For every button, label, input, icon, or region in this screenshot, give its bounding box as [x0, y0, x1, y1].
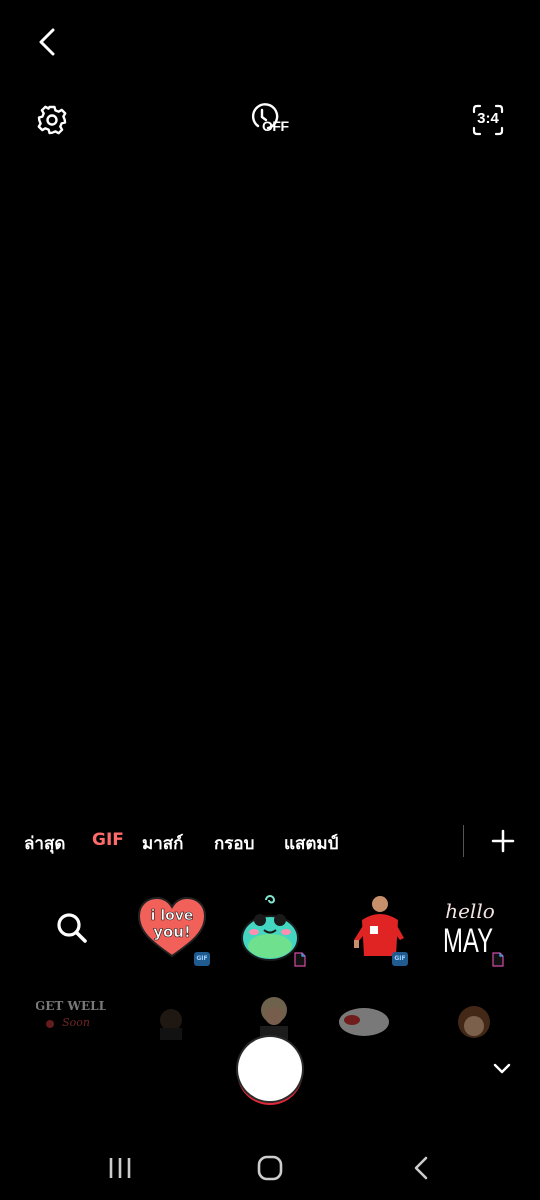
tab-masks[interactable]: มาสก์ — [142, 830, 183, 857]
sticker-row: i love you! GIF GIF hello MAY — [0, 890, 540, 970]
nav-recents-button[interactable] — [104, 1152, 136, 1184]
aspect-ratio-label: 3:4 — [477, 110, 499, 127]
sticker-get-well-soon[interactable]: GET WELL Soon — [36, 990, 106, 1040]
tab-recent[interactable]: ล่าสุด — [24, 830, 65, 857]
nav-back-button[interactable] — [406, 1152, 438, 1184]
sticker-row-secondary: GET WELL Soon — [0, 990, 540, 1040]
sticker-category-tabs: ล่าสุด GIF มาสก์ กรอบ แสตมป์ — [0, 822, 540, 862]
search-icon — [57, 913, 87, 943]
plus-icon — [491, 829, 515, 853]
sticker-hello-may[interactable]: hello MAY — [430, 890, 514, 967]
svg-text:GET WELL: GET WELL — [36, 999, 106, 1013]
aspect-ratio-button[interactable]: 3:4 — [466, 100, 510, 140]
document-badge-icon — [294, 952, 306, 967]
shutter-button[interactable] — [238, 1037, 302, 1101]
sticker-brown-hair-character[interactable] — [452, 990, 496, 1040]
sticker-green-frog[interactable] — [232, 890, 308, 967]
svg-text:Soon: Soon — [62, 1016, 90, 1029]
home-icon — [257, 1155, 283, 1181]
tab-divider — [463, 825, 464, 857]
chevron-down-icon — [493, 1063, 511, 1074]
chevron-left-icon — [39, 28, 55, 56]
add-category-button[interactable] — [488, 826, 518, 856]
search-button[interactable] — [52, 908, 92, 948]
gear-icon — [37, 105, 67, 135]
settings-button[interactable] — [32, 100, 72, 140]
back-icon — [414, 1156, 428, 1180]
svg-text:you!: you! — [153, 923, 191, 941]
sticker-dark-figure[interactable] — [154, 990, 188, 1040]
sticker-red-oval[interactable] — [336, 990, 392, 1040]
gif-badge: GIF — [194, 952, 210, 966]
collapse-panel-button[interactable] — [486, 1054, 518, 1084]
tab-gif[interactable]: GIF — [92, 830, 124, 850]
back-button[interactable] — [28, 22, 68, 62]
timer-button[interactable]: OFF — [244, 98, 296, 142]
recents-icon — [109, 1158, 131, 1178]
gif-badge: GIF — [392, 952, 408, 966]
sticker-football-player[interactable]: GIF — [342, 890, 418, 966]
timer-off-label: OFF — [262, 118, 289, 134]
tab-frames[interactable]: กรอบ — [214, 830, 254, 857]
tab-stamps[interactable]: แสตมป์ — [284, 830, 338, 857]
svg-text:MAY: MAY — [443, 922, 493, 960]
nav-home-button[interactable] — [254, 1152, 286, 1184]
svg-text:i love: i love — [151, 908, 194, 924]
document-badge-icon — [492, 952, 504, 967]
sticker-blonde-person[interactable] — [254, 990, 294, 1040]
sticker-i-love-you[interactable]: i love you! GIF — [134, 890, 210, 966]
svg-text:hello: hello — [445, 899, 495, 923]
